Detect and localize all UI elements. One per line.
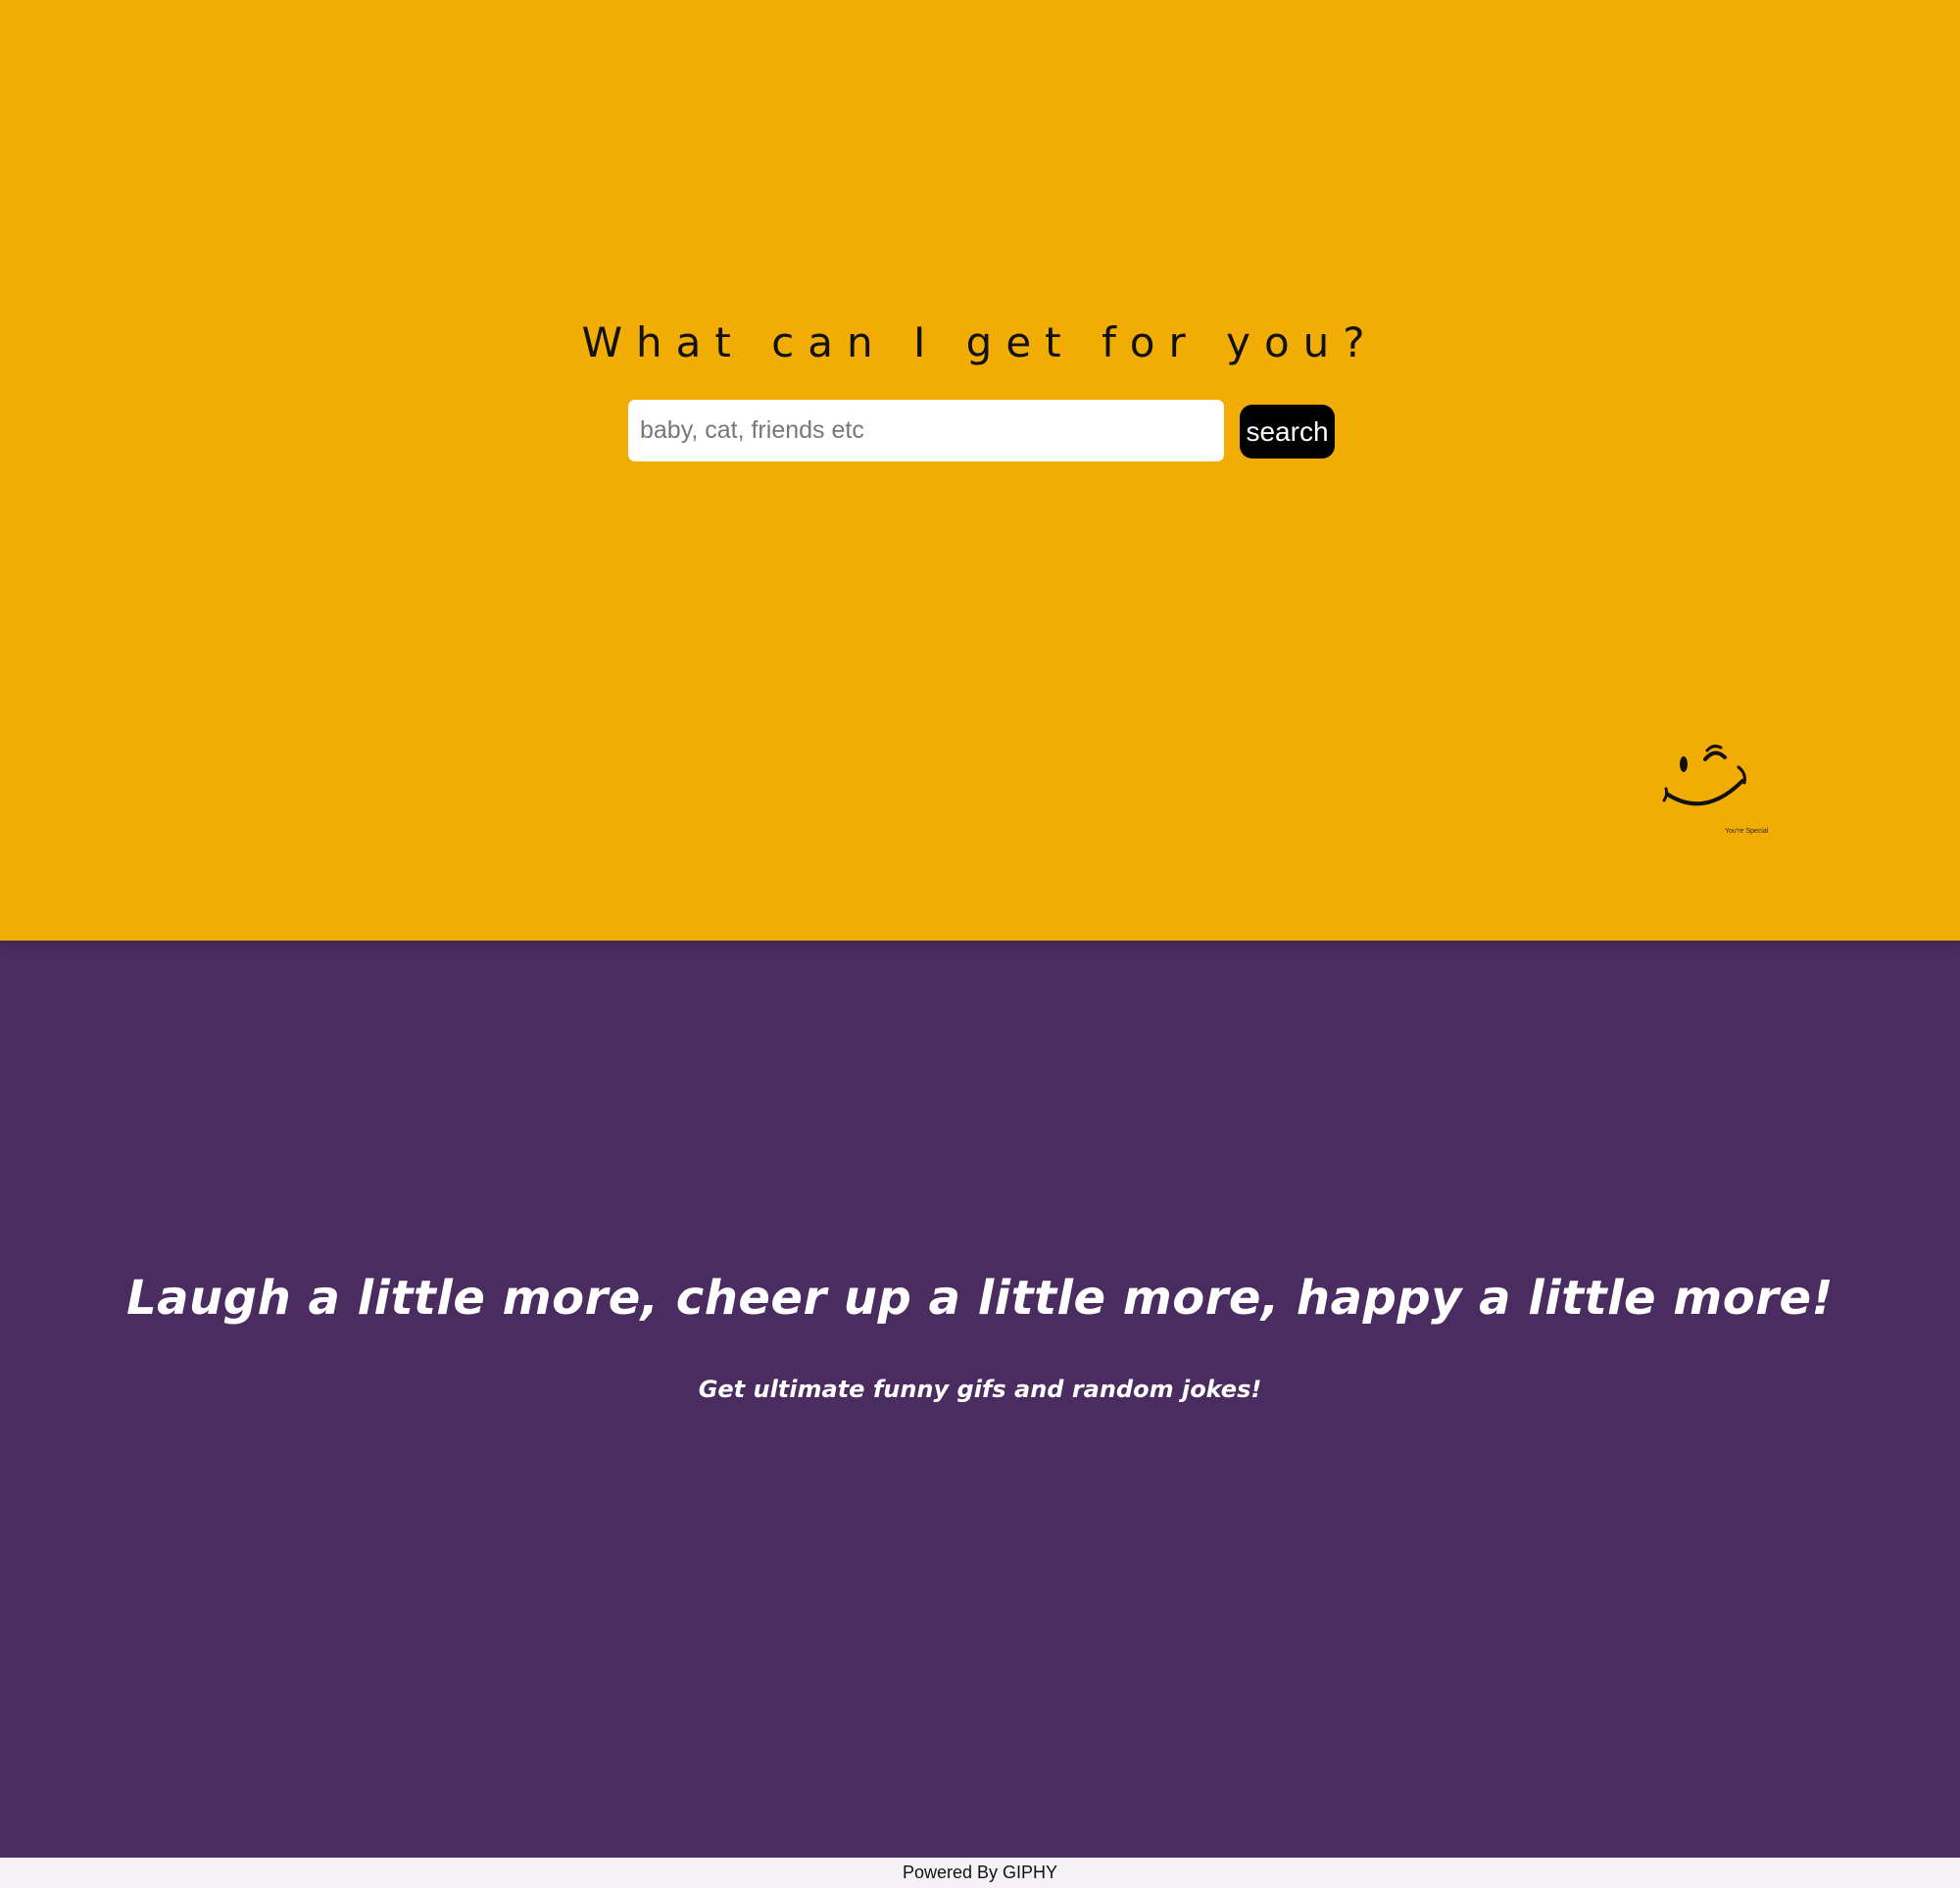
hero-section: What can I get for you? search You're Sp… [0, 0, 1960, 941]
promo-section: Laugh a little more, cheer up a little m… [0, 941, 1960, 1858]
promo-tagline: Laugh a little more, cheer up a little m… [126, 1271, 1834, 1326]
winking-smiley-icon [1662, 745, 1746, 806]
search-button[interactable]: search [1240, 405, 1335, 459]
search-bar: search [628, 400, 1335, 461]
page-title: What can I get for you? [581, 318, 1379, 366]
promo-subtagline: Get ultimate funny gifs and random jokes… [698, 1376, 1262, 1403]
wink-caption: You're Special [1725, 828, 1769, 835]
search-input[interactable] [628, 400, 1224, 461]
footer-credit: Powered By GIPHY [0, 1858, 1960, 1888]
